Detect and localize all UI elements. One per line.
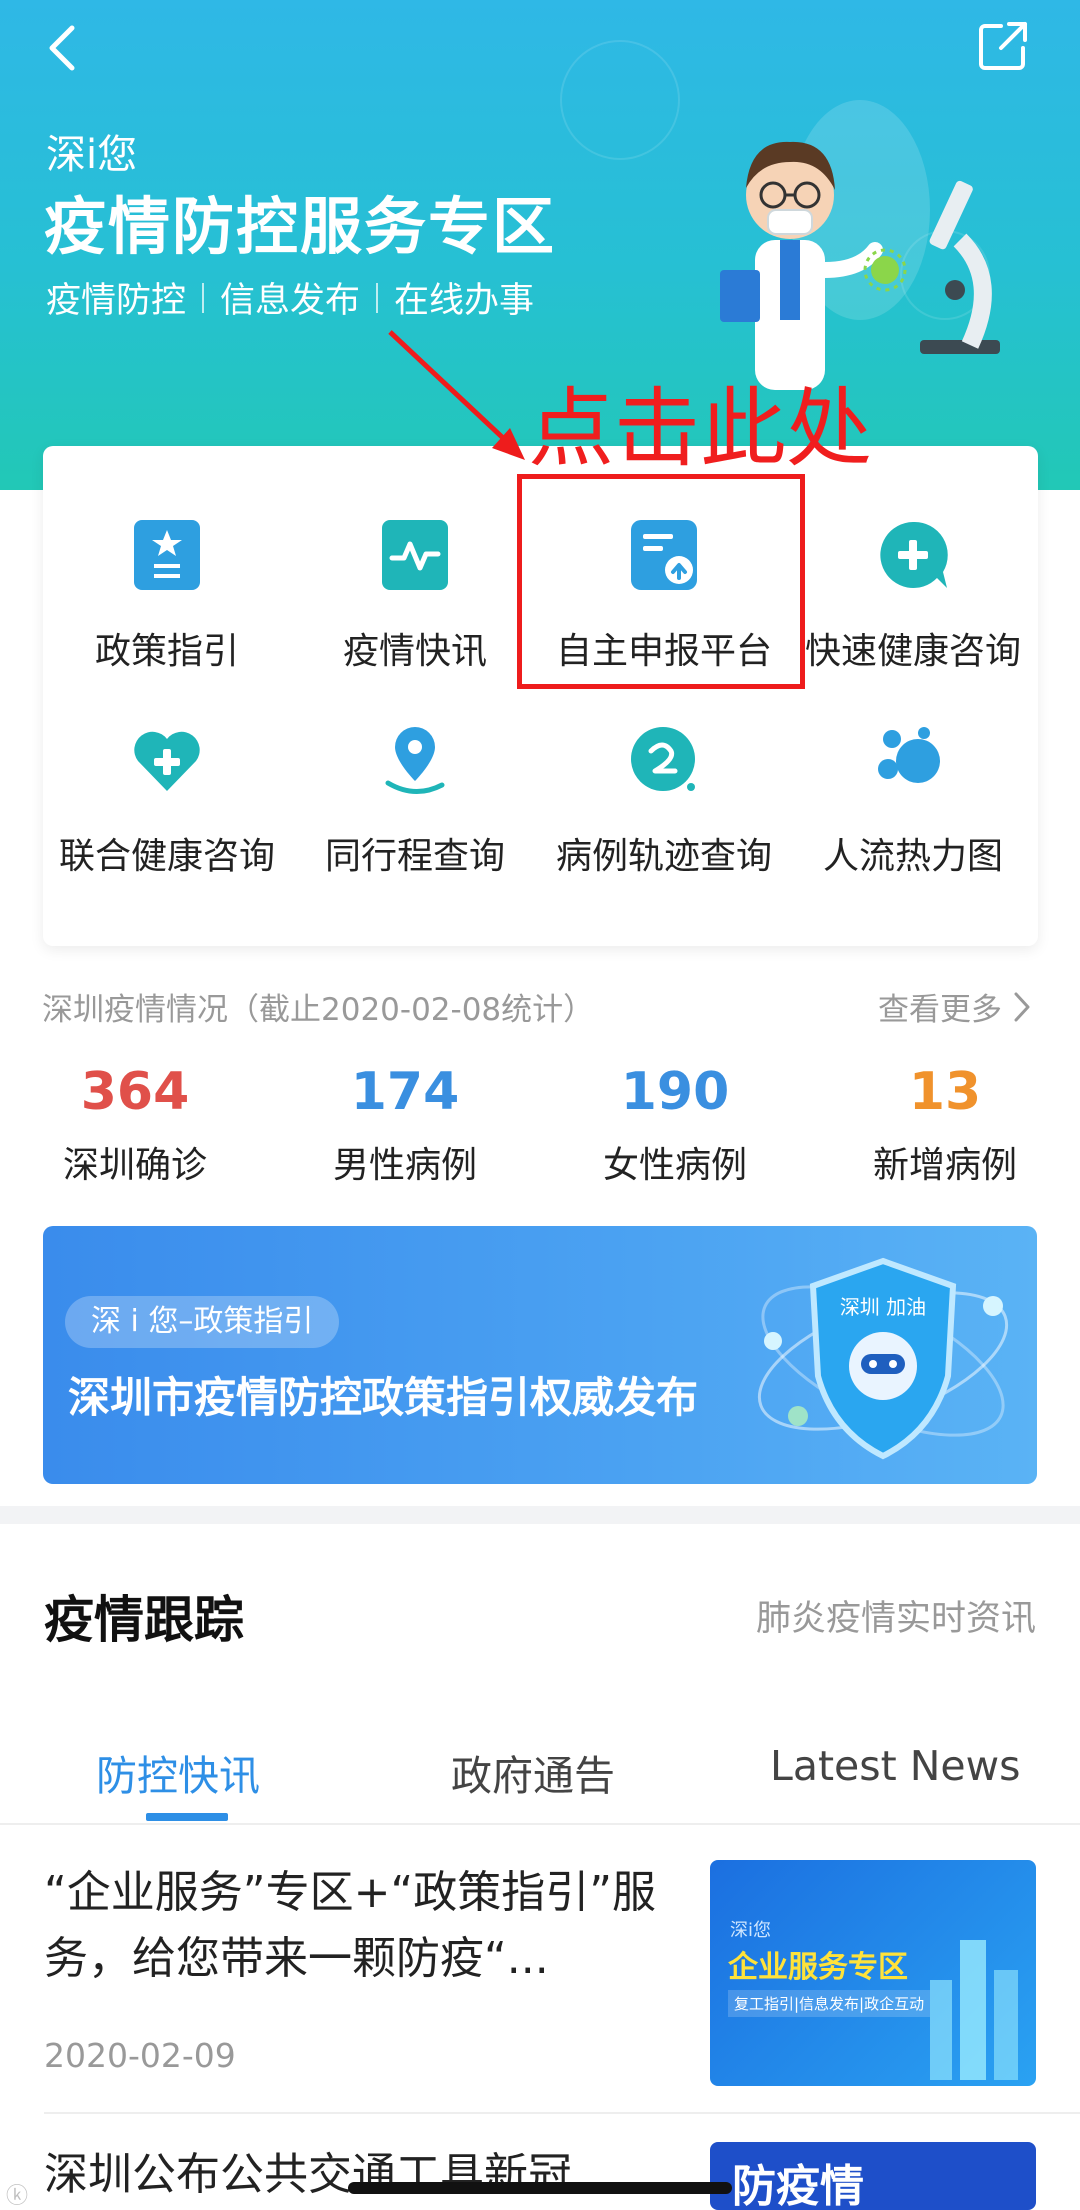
epidemic-news-icon <box>382 520 448 590</box>
service-policy-guide[interactable]: 政策指引 <box>43 446 291 672</box>
stat-value: 364 <box>80 1062 190 1122</box>
brand-tags: 疫情防控 信息发布 在线办事 <box>46 272 534 323</box>
stat-female: 190 女性病例 <box>540 1062 810 1188</box>
back-arrow-icon[interactable] <box>38 18 88 78</box>
stat-value: 174 <box>350 1062 460 1122</box>
news-headline: “企业服务”专区+“政策指引”服务，给您带来一颗防疫“... <box>44 1867 657 1984</box>
stat-caption: 女性病例 <box>602 1145 747 1186</box>
service-itinerary[interactable]: 同行程查询 <box>291 651 539 877</box>
thumb-subtitle: 复工指引|信息发布|政企互动 <box>728 1990 931 2017</box>
news-headline: 深圳公布公共交通工具新冠 <box>44 2149 572 2200</box>
service-label: 人流热力图 <box>822 836 1003 877</box>
news-divider <box>44 2112 1080 2114</box>
tracking-subtitle: 肺炎疫情实时资讯 <box>755 1599 1036 1639</box>
tag-epidemic-control: 疫情防控 <box>46 281 187 321</box>
view-more-link[interactable]: 查看更多 <box>878 984 1034 1029</box>
service-joint-health[interactable]: 联合健康咨询 <box>43 651 291 877</box>
home-indicator[interactable] <box>348 2182 732 2194</box>
case-track-icon <box>631 727 695 791</box>
page-title: 疫情防控服务专区 <box>44 190 557 263</box>
share-icon[interactable] <box>975 18 1031 74</box>
watermark: ⓚ <box>6 2184 29 2209</box>
policy-title: 深圳市疫情防控政策指引权威发布 <box>68 1373 699 1422</box>
shield-text: 深圳 加油 <box>840 1295 926 1319</box>
service-epidemic-news[interactable]: 疫情快讯 <box>291 446 539 672</box>
tracking-title: 疫情跟踪 <box>44 1591 244 1649</box>
active-tab-indicator <box>146 1813 228 1821</box>
policy-tag: 深 i 您–政策指引 <box>65 1296 340 1348</box>
tab-latest-news[interactable]: Latest News <box>770 1742 1021 1790</box>
annotation-text: 点击此处 <box>528 379 872 479</box>
tab-government-notice[interactable]: 政府通告 <box>451 1742 615 1802</box>
itinerary-icon <box>385 727 445 794</box>
tab-divider <box>0 1823 1080 1825</box>
stat-caption: 男性病例 <box>332 1145 477 1186</box>
tag-online-service: 在线办事 <box>394 281 535 321</box>
service-heatmap[interactable]: 人流热力图 <box>789 651 1037 877</box>
stat-value: 190 <box>620 1062 730 1122</box>
annotation-highlight-box <box>517 474 805 689</box>
thumb-small-text: 深i您 <box>730 1920 772 1941</box>
city-buildings-icon <box>930 1940 1018 2080</box>
thumb-title: 企业服务专区 <box>728 1950 908 1985</box>
policy-guide-icon <box>134 520 200 590</box>
tag-info-release: 信息发布 <box>220 281 361 321</box>
news-thumbnail: 防疫情 <box>710 2142 1036 2210</box>
policy-banner[interactable]: 深 i 您–政策指引 深圳市疫情防控政策指引权威发布 深圳 加油 <box>43 1226 1037 1484</box>
stat-male: 174 男性病例 <box>270 1062 540 1188</box>
heatmap-icon <box>878 727 940 783</box>
news-thumbnail: 深i您 企业服务专区 复工指引|信息发布|政企互动 <box>710 1860 1036 2086</box>
joint-health-icon <box>134 731 200 791</box>
health-consult-icon <box>880 521 948 588</box>
tab-prevention-news[interactable]: 防控快讯 <box>96 1742 260 1802</box>
service-label: 联合健康咨询 <box>58 836 275 877</box>
tag-separator <box>376 282 379 313</box>
shield-robot-icon: 深圳 加油 <box>757 1257 1009 1460</box>
stat-value: 13 <box>908 1062 982 1122</box>
section-divider <box>0 1506 1080 1524</box>
stat-confirmed: 364 深圳确诊 <box>0 1062 270 1188</box>
tag-separator <box>202 282 205 313</box>
stats-title: 深圳疫情情况（截止2020-02-08统计） <box>42 992 595 1028</box>
news-date: 2020-02-09 <box>44 2036 236 2075</box>
view-more-label: 查看更多 <box>878 992 1002 1028</box>
service-label: 病例轨迹查询 <box>555 836 772 877</box>
thumb-title: 防疫情 <box>732 2161 864 2210</box>
service-label: 同行程查询 <box>324 836 505 877</box>
annotation-arrow-icon <box>388 330 525 460</box>
stat-caption: 深圳确诊 <box>62 1145 207 1186</box>
doctor-illustration <box>720 100 1000 390</box>
brand-subtitle: 深i您 <box>46 132 138 178</box>
chevron-right-icon <box>1014 992 1030 1021</box>
stat-caption: 新增病例 <box>872 1145 1017 1186</box>
stat-new-cases: 13 新增病例 <box>810 1062 1080 1188</box>
